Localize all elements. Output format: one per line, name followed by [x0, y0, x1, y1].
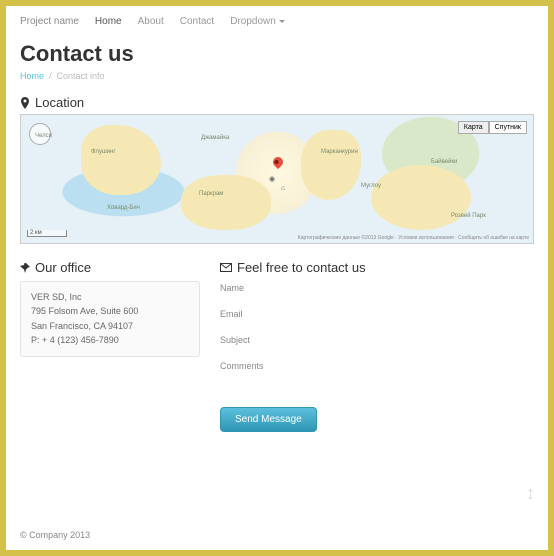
poi-icon: ⌂: [281, 185, 285, 192]
map-label: Байвейки: [431, 159, 457, 165]
nav-about[interactable]: About: [138, 16, 164, 27]
map-attribution: Картографические данные ©2013 Google · У…: [298, 235, 529, 241]
map-label: Муглоу: [361, 183, 381, 189]
map[interactable]: Карта Спутник Флушинг Ховард-Бич Джамайк…: [20, 114, 534, 244]
label-name: Name: [220, 283, 534, 293]
nav-contact[interactable]: Contact: [180, 16, 214, 27]
map-label: Розвей Парк: [451, 213, 486, 219]
nav-dropdown[interactable]: Dropdown: [230, 16, 285, 27]
breadcrumb: Home / Contact info: [20, 71, 534, 81]
office-phone: P: + 4 (123) 456-7890: [31, 333, 189, 347]
chevron-down-icon: [279, 20, 285, 23]
page-title: Contact us: [20, 41, 534, 67]
map-scale: 2 км: [27, 230, 67, 237]
resize-handle-icon[interactable]: ⤡: [523, 488, 536, 501]
map-type-map[interactable]: Карта: [458, 121, 489, 134]
navbar: Project name Home About Contact Dropdown: [20, 16, 534, 33]
map-label: Флушинг: [91, 149, 116, 155]
nav-dropdown-label: Dropdown: [230, 16, 276, 27]
label-email: Email: [220, 309, 534, 319]
map-type-control: Карта Спутник: [458, 121, 527, 134]
breadcrumb-current: Contact info: [57, 71, 105, 81]
office-heading: Our office: [20, 260, 200, 275]
pushpin-icon: [20, 263, 30, 273]
envelope-icon: [220, 263, 232, 272]
nav-home[interactable]: Home: [95, 16, 122, 27]
office-address-box: VER SD, Inc 795 Folsom Ave, Suite 600 Sa…: [20, 281, 200, 357]
breadcrumb-home[interactable]: Home: [20, 71, 44, 81]
office-address-1: 795 Folsom Ave, Suite 600: [31, 304, 189, 318]
label-comments: Comments: [220, 361, 534, 371]
poi-icon: ◉: [269, 175, 275, 183]
map-label: Ховард-Бич: [107, 205, 140, 211]
office-name: VER SD, Inc: [31, 290, 189, 304]
send-message-button[interactable]: Send Message: [220, 407, 317, 432]
brand[interactable]: Project name: [20, 16, 79, 27]
label-subject: Subject: [220, 335, 534, 345]
map-label: Челси: [35, 133, 52, 139]
map-label: Паркрам: [199, 191, 223, 197]
contact-form-heading: Feel free to contact us: [220, 260, 534, 275]
map-type-satellite[interactable]: Спутник: [489, 121, 527, 134]
map-label: Джамайка: [201, 135, 229, 141]
office-address-2: San Francisco, CA 94107: [31, 319, 189, 333]
pin-icon: [20, 97, 30, 109]
location-heading: Location: [20, 95, 534, 110]
footer: © Company 2013: [20, 530, 90, 540]
map-label: Марканкурин: [321, 149, 358, 155]
